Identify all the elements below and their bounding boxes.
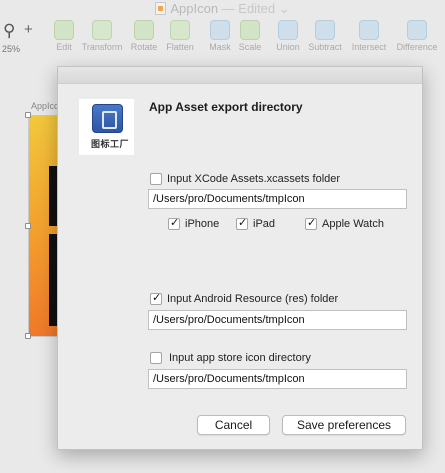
toolbar: ⚲ + 25% Edit Transform Rotate Flatten Ma… (0, 18, 445, 56)
save-preferences-button[interactable]: Save preferences (282, 415, 406, 435)
logo-text: 图标工厂 (91, 139, 130, 149)
scale-icon (240, 20, 260, 40)
edit-icon (54, 20, 74, 40)
union-icon (278, 20, 298, 40)
xcode-path-field[interactable]: /Users/pro/Documents/tmpIcon (148, 189, 407, 209)
subtract-label: Subtract (308, 42, 342, 52)
android-path-field[interactable]: /Users/pro/Documents/tmpIcon (148, 310, 407, 330)
transform-icon (92, 20, 112, 40)
appstore-option[interactable]: Input app store icon directory (150, 352, 311, 364)
logo-icon (92, 104, 123, 133)
android-checkbox[interactable] (150, 291, 162, 305)
ipad-option[interactable]: iPad (236, 216, 276, 230)
edited-status[interactable]: — Edited ⌄ (222, 1, 290, 16)
xcode-label: Input XCode Assets.xcassets folder (167, 173, 341, 185)
resize-handle[interactable] (25, 112, 31, 118)
rotate-icon (134, 20, 154, 40)
cancel-button[interactable]: Cancel (197, 415, 270, 435)
intersect-icon (359, 20, 379, 40)
window-title-bar: AppIcon — Edited ⌄ (0, 0, 445, 18)
apple-watch-checkbox[interactable] (305, 216, 317, 230)
zoom-level: 25% (2, 44, 21, 54)
android-option[interactable]: Input Android Resource (res) folder (150, 291, 339, 305)
window-title: AppIcon (170, 1, 219, 16)
zoom-in-icon[interactable]: + (24, 22, 33, 37)
intersect-button[interactable]: Intersect (347, 20, 391, 56)
resize-handle[interactable] (25, 333, 31, 339)
export-dialog: 图标工厂 App Asset export directory Input XC… (57, 66, 423, 450)
resize-handle[interactable] (25, 223, 31, 229)
flatten-button[interactable]: Flatten (158, 20, 202, 56)
difference-button[interactable]: Difference (395, 20, 439, 56)
xcode-checkbox[interactable] (150, 173, 162, 185)
magnifier-icon[interactable]: ⚲ (3, 22, 15, 39)
iphone-option[interactable]: iPhone (168, 216, 220, 230)
apple-watch-label: Apple Watch (322, 218, 384, 230)
dialog-top-bar (58, 67, 422, 84)
dialog-title: App Asset export directory (149, 100, 303, 114)
iphone-label: iPhone (185, 218, 220, 230)
xcode-option[interactable]: Input XCode Assets.xcassets folder (150, 173, 340, 185)
subtract-icon (315, 20, 335, 40)
artboard-label: AppIco (31, 101, 60, 111)
android-label: Input Android Resource (res) folder (167, 293, 339, 305)
apple-watch-option[interactable]: Apple Watch (305, 216, 384, 230)
ipad-checkbox[interactable] (236, 216, 248, 230)
subtract-button[interactable]: Subtract (303, 20, 347, 56)
ipad-label: iPad (253, 218, 276, 230)
flatten-icon (170, 20, 190, 40)
flatten-label: Flatten (166, 42, 194, 52)
app-logo: 图标工厂 (79, 99, 134, 155)
document-icon (155, 2, 167, 15)
mask-icon (210, 20, 230, 40)
appstore-checkbox[interactable] (150, 352, 162, 364)
difference-icon (407, 20, 427, 40)
difference-label: Difference (396, 42, 438, 52)
transform-label: Transform (81, 42, 123, 52)
appstore-path-field[interactable]: /Users/pro/Documents/tmpIcon (148, 369, 407, 389)
iphone-checkbox[interactable] (168, 216, 180, 230)
appstore-label: Input app store icon directory (169, 352, 311, 364)
transform-button[interactable]: Transform (80, 20, 124, 56)
intersect-label: Intersect (351, 42, 387, 52)
